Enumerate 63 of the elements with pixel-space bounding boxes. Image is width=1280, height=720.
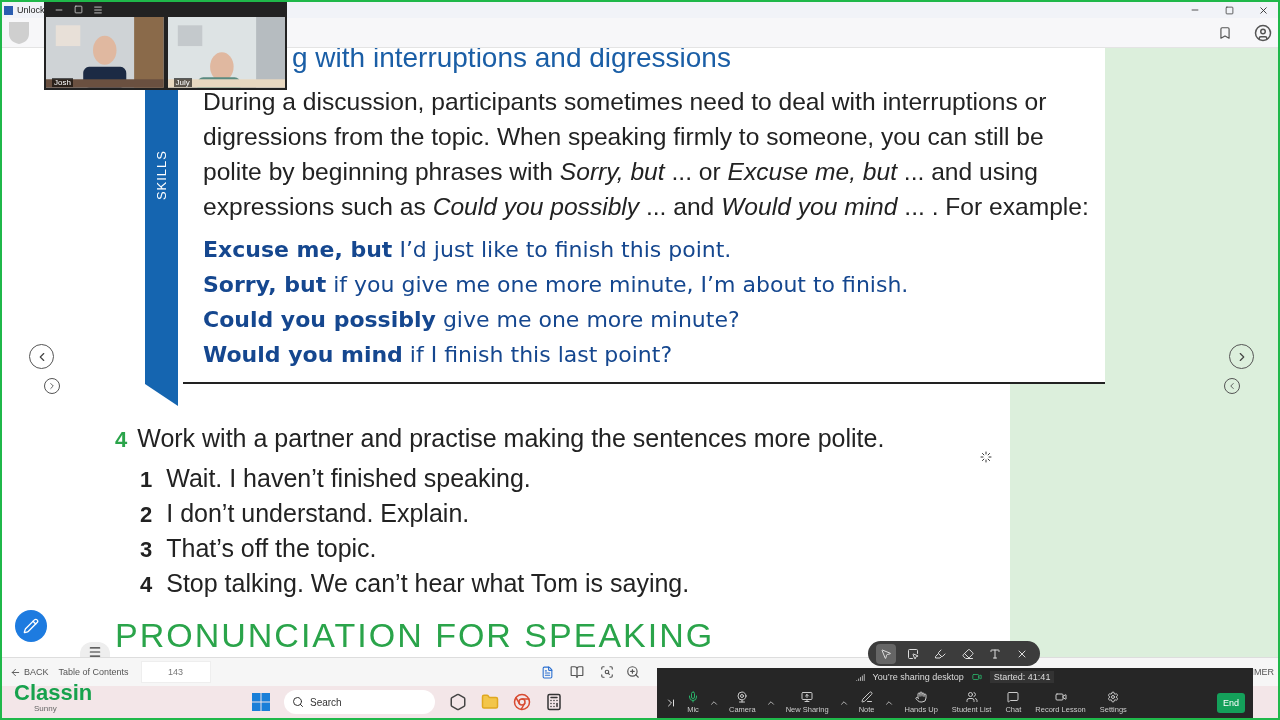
example-sentence: Excuse me, but I’d just like to finish this point. bbox=[203, 236, 733, 264]
table-of-contents-link[interactable]: Table of Contents bbox=[56, 667, 131, 677]
maximize-icon[interactable] bbox=[74, 5, 83, 15]
exercise-number: 4 bbox=[115, 427, 128, 453]
video-camera-icon bbox=[1054, 691, 1067, 703]
menu-button[interactable] bbox=[80, 642, 110, 657]
user-name: Sunny bbox=[34, 704, 58, 713]
chrome-icon[interactable] bbox=[513, 693, 531, 711]
app-icon[interactable] bbox=[449, 693, 467, 711]
classin-logo: Classin bbox=[14, 682, 93, 704]
item-number: 2 bbox=[140, 501, 153, 529]
loading-icon bbox=[980, 451, 992, 463]
taskbar-search-field[interactable]: Search bbox=[284, 690, 435, 714]
users-icon bbox=[965, 691, 978, 703]
page-icon[interactable] bbox=[540, 665, 554, 679]
example-sentence: Would you mind if I finish this last point? bbox=[203, 341, 674, 369]
menu-icon bbox=[88, 645, 102, 657]
example-sentence: Could you possibly give me one more minute? bbox=[203, 306, 741, 334]
sharing-status: You’re sharing desktop bbox=[872, 672, 964, 682]
arrow-left-icon bbox=[10, 666, 21, 678]
bookmark-icon[interactable] bbox=[1218, 25, 1232, 40]
item-text: I don’t understand. Explain. bbox=[166, 498, 470, 529]
windows-start-icon[interactable] bbox=[252, 693, 270, 711]
book-icon[interactable] bbox=[569, 665, 584, 679]
participant-name: July bbox=[173, 78, 192, 87]
chat-icon bbox=[1007, 691, 1020, 703]
screen-share-icon bbox=[801, 691, 814, 703]
page-number-field[interactable]: 143 bbox=[140, 661, 211, 683]
item-text: Stop talking. We can’t hear what Tom is saying. bbox=[166, 568, 690, 599]
settings-icon bbox=[1107, 691, 1120, 703]
webcam-icon bbox=[736, 691, 749, 703]
calculator-icon[interactable] bbox=[545, 693, 563, 711]
signal-icon bbox=[855, 672, 865, 682]
exercise-instruction: Work with a partner and practise making the sentences more polite. bbox=[137, 424, 885, 453]
video-camera-icon bbox=[971, 672, 982, 682]
chevron-right-icon bbox=[47, 381, 57, 391]
zoom-in-icon[interactable] bbox=[625, 665, 640, 679]
item-number: 3 bbox=[140, 536, 153, 564]
item-number: 4 bbox=[140, 571, 153, 599]
pencil-icon bbox=[23, 618, 39, 634]
search-icon bbox=[292, 696, 304, 708]
example-sentence: Sorry, but if you give me one more minute, I’m about to finish. bbox=[203, 271, 910, 299]
item-text: That’s off the topic. bbox=[166, 533, 377, 564]
crest-icon bbox=[8, 20, 30, 45]
collapse-icon[interactable] bbox=[665, 696, 677, 709]
participant-name: Josh bbox=[52, 78, 73, 87]
zoom-area-icon[interactable] bbox=[599, 665, 614, 679]
item-text: Wait. I haven’t finished speaking. bbox=[166, 463, 531, 494]
profile-icon[interactable] bbox=[1254, 23, 1272, 42]
menu-icon[interactable] bbox=[93, 4, 103, 15]
session-timer: Started: 41:41 bbox=[989, 671, 1055, 683]
item-number: 1 bbox=[140, 466, 153, 494]
hand-icon bbox=[915, 691, 928, 703]
next-section-heading: PRONUNCIATION FOR SPEAKING bbox=[115, 615, 715, 655]
skills-label: SKILLS bbox=[154, 150, 169, 201]
chevron-left-icon bbox=[1227, 381, 1237, 391]
back-link[interactable]: BACK bbox=[8, 666, 51, 678]
microphone-icon bbox=[687, 691, 699, 703]
pen-icon bbox=[860, 691, 873, 703]
pointer-icon[interactable] bbox=[875, 643, 896, 664]
pencil-button[interactable] bbox=[15, 610, 47, 642]
tab-favicon-icon bbox=[4, 5, 13, 15]
skills-paragraph: During a discussion, participants sometimes need to deal with interruptions or digressions from the topic. When speaking firmly to someone, you can still be polite by beginning phrases with Sorry, but ... or Excuse me, but ... and using expressions such as Could you possibly ... and Would you mind ... . For example: bbox=[203, 87, 1090, 222]
